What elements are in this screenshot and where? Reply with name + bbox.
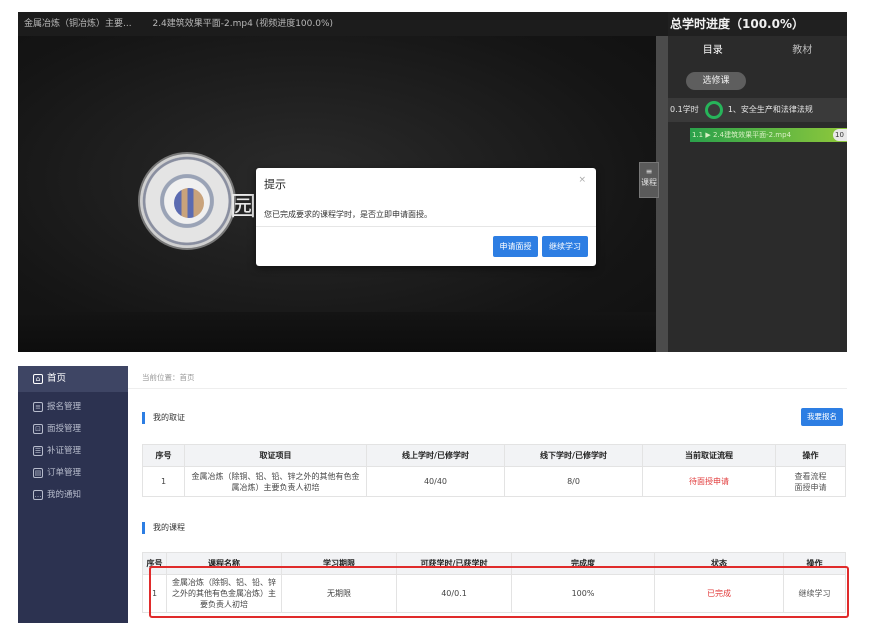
cert-table: 序号 取证项目 线上学时/已修学时 线下学时/已修学时 当前取证流程 操作 1 … — [142, 444, 846, 497]
table-row: 1 金属冶炼（除铜、铝、铅、锌之外的其他有色金属冶炼）主要负责人初培 无期限 4… — [142, 574, 846, 613]
column-header: 学习期限 — [281, 552, 397, 575]
sidebar-item-label: 补证管理 — [47, 446, 82, 456]
sidebar-item-label: 首页 — [47, 373, 67, 384]
close-icon[interactable]: × — [578, 175, 586, 185]
player-title-bar: 金属冶炼（铜冶炼）主要... 2.4建筑效果平面-2.mp4 (视频进度100.… — [18, 12, 656, 36]
dialog-divider — [256, 226, 596, 227]
message-icon: … — [33, 490, 43, 500]
lesson-item[interactable]: 1.1 ▶ 2.4建筑效果平面-2.mp4 10 — [690, 128, 847, 142]
sidebar-item-label: 面授管理 — [47, 424, 82, 434]
course-section-title: 我的课程 — [142, 522, 185, 534]
view-process-link[interactable]: 查看流程 — [780, 471, 841, 482]
sidebar-item-notifications[interactable]: … 我的通知 — [18, 484, 128, 506]
course-title: 金属冶炼（铜冶炼）主要... — [24, 19, 132, 29]
column-header: 课程名称 — [166, 552, 282, 575]
total-progress-title: 总学时进度（100.0%） — [668, 12, 847, 36]
apply-face-training-link[interactable]: 面授申请 — [780, 482, 841, 493]
catalog-tabs: 目录 教材 — [668, 36, 847, 66]
column-header: 状态 — [654, 552, 784, 575]
prompt-dialog: 提示 × 您已完成要求的课程学时，是否立即申请面授。 申请面授 继续学习 — [256, 168, 596, 266]
sidebar-item-orders[interactable]: ▤ 订单管理 — [18, 462, 128, 484]
continue-learning-button[interactable]: 继续学习 — [542, 236, 588, 257]
column-header: 可获学时/已获学时 — [396, 552, 512, 575]
sidebar-item-enrollment[interactable]: ≡ 报名管理 — [18, 396, 128, 418]
sidebar-item-label: 报名管理 — [47, 402, 82, 412]
order-icon: ▤ — [33, 468, 43, 478]
school-emblem-logo — [138, 152, 236, 250]
elective-course-button[interactable]: 选修课 — [686, 72, 746, 90]
column-header: 当前取证流程 — [642, 444, 776, 467]
cert-status: 待面授申请 — [642, 466, 776, 497]
certificate-icon: ☰ — [33, 446, 43, 456]
column-header: 操作 — [783, 552, 846, 575]
chapter-title: 1、安全生产和法律法规 — [727, 105, 813, 114]
sidebar-item-certificate[interactable]: ☰ 补证管理 — [18, 440, 128, 462]
study-period: 无期限 — [281, 574, 397, 613]
sidebar: ⌂ 首页 ≡ 报名管理 ⊡ 面授管理 ☰ 补证管理 ▤ 订单管理 … 我的通知 — [18, 366, 128, 623]
cert-section-title: 我的取证 — [142, 412, 185, 424]
progress-ring-icon — [705, 100, 724, 119]
offline-hours: 8/0 — [504, 466, 643, 497]
continue-learning-link[interactable]: 继续学习 — [783, 574, 846, 613]
cert-project: 金属冶炼（除铜、铝、铅、锌之外的其他有色金属冶炼）主要负责人初培 — [184, 466, 367, 497]
lesson-title: 1.1 ▶ 2.4建筑效果平面-2.mp4 — [692, 131, 792, 139]
home-icon: ⌂ — [33, 374, 43, 384]
column-header: 取证项目 — [184, 444, 367, 467]
apply-face-training-button[interactable]: 申请面授 — [493, 236, 538, 257]
menu-lines-icon: ≡ — [645, 167, 653, 176]
chapter-item[interactable]: 0.1学时 1、安全生产和法律法规 — [668, 98, 847, 122]
divider — [128, 388, 847, 389]
enroll-button[interactable]: 我要报名 — [801, 408, 843, 426]
completion: 100% — [511, 574, 655, 613]
class-icon: ⊡ — [33, 424, 43, 434]
sidebar-item-label: 订单管理 — [47, 468, 82, 478]
row-index: 1 — [142, 466, 185, 497]
column-header: 线下学时/已修学时 — [504, 444, 643, 467]
column-header: 操作 — [775, 444, 846, 467]
list-icon: ≡ — [33, 402, 43, 412]
column-header: 序号 — [142, 444, 185, 467]
course-panel-toggle[interactable]: ≡ 课程 — [639, 162, 659, 198]
table-row: 1 金属冶炼（除铜、铝、铅、锌之外的其他有色金属冶炼）主要负责人初培 40/40… — [142, 466, 846, 497]
course-status: 已完成 — [654, 574, 784, 613]
column-header: 完成度 — [511, 552, 655, 575]
breadcrumb: 当前位置：首页 — [142, 373, 195, 382]
main-content: 当前位置：首页 我的取证 我要报名 序号 取证项目 线上学时/已修学时 线下学时… — [128, 366, 847, 623]
course-catalog-panel: 总学时进度（100.0%） 目录 教材 选修课 0.1学时 1、安全生产和法律法… — [668, 12, 847, 352]
tab-catalog[interactable]: 目录 — [668, 36, 758, 66]
chapter-hours: 0.1学时 — [670, 105, 699, 114]
cert-actions: 查看流程 面授申请 — [775, 466, 846, 497]
row-index: 1 — [142, 574, 167, 613]
video-file-title: 2.4建筑效果平面-2.mp4 (视频进度100.0%) — [152, 19, 334, 29]
dialog-title: 提示 — [264, 178, 286, 191]
video-watermark-text: 园 — [230, 192, 257, 222]
online-hours: 40/40 — [366, 466, 505, 497]
column-header: 序号 — [142, 552, 167, 575]
course-table: 序号 课程名称 学习期限 可获学时/已获学时 完成度 状态 操作 1 金属冶炼（… — [142, 552, 846, 613]
course-name: 金属冶炼（除铜、铝、铅、锌之外的其他有色金属冶炼）主要负责人初培 — [166, 574, 282, 613]
dialog-message: 您已完成要求的课程学时，是否立即申请面授。 — [264, 210, 432, 219]
sidebar-item-home[interactable]: ⌂ 首页 — [18, 366, 128, 392]
video-bottom-shade — [18, 312, 656, 352]
sidebar-item-label: 我的通知 — [47, 490, 82, 500]
learning-portal: ⌂ 首页 ≡ 报名管理 ⊡ 面授管理 ☰ 补证管理 ▤ 订单管理 … 我的通知 — [18, 366, 847, 623]
tab-textbook[interactable]: 教材 — [758, 36, 848, 66]
toggle-label: 课程 — [641, 178, 657, 187]
lesson-badge: 10 — [833, 129, 847, 141]
sidebar-item-face-training[interactable]: ⊡ 面授管理 — [18, 418, 128, 440]
course-hours: 40/0.1 — [396, 574, 512, 613]
column-header: 线上学时/已修学时 — [366, 444, 505, 467]
